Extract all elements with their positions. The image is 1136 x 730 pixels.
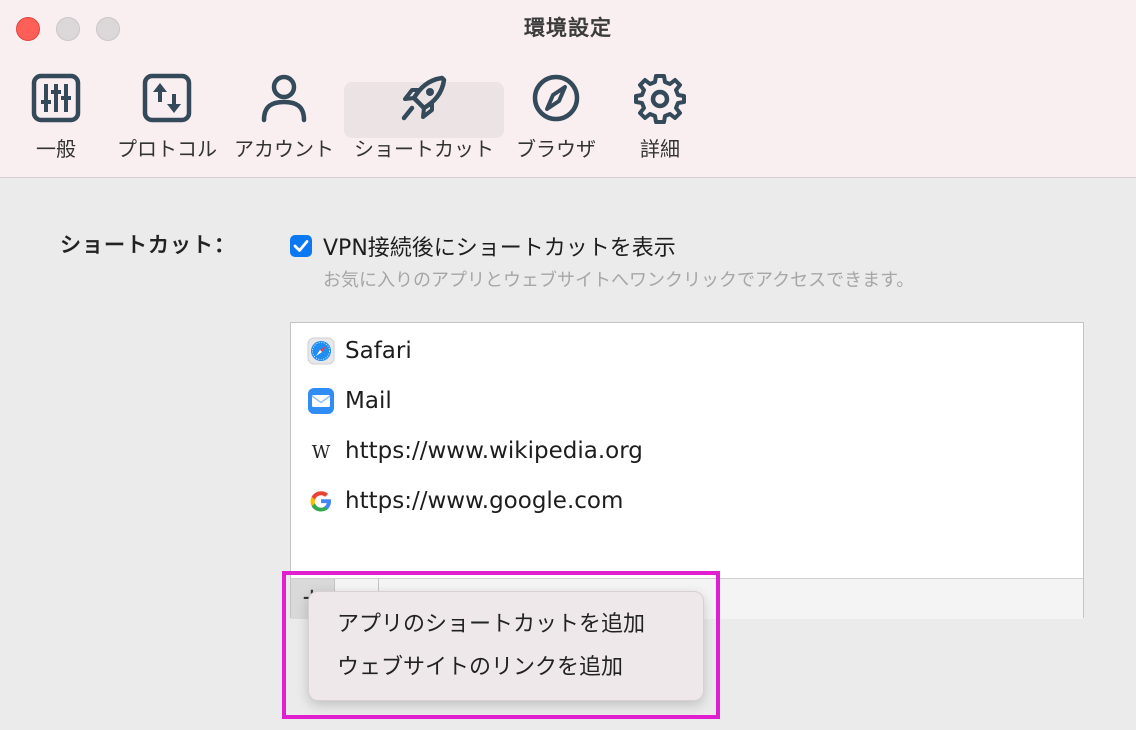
list-item-mail[interactable]: Mail (307, 384, 1067, 418)
list-item-google[interactable]: https://www.google.com (307, 484, 1067, 518)
tab-account[interactable]: アカウント (232, 70, 336, 170)
compass-icon (532, 74, 580, 122)
list-item-safari[interactable]: Safari (307, 334, 1067, 368)
show-shortcuts-label[interactable]: VPN接続後にショートカットを表示 (323, 230, 676, 262)
tab-protocol[interactable]: プロトコル (112, 70, 222, 170)
rocket-icon (401, 75, 447, 121)
tab-general[interactable]: 一般 (6, 70, 106, 170)
list-item-label: Mail (345, 388, 392, 414)
tab-browser-label: ブラウザ (516, 137, 596, 161)
protocol-arrows-icon (142, 73, 192, 123)
show-shortcuts-description: お気に入りのアプリとウェブサイトへワンクリックでアクセスできます。 (323, 270, 915, 291)
tab-advanced-label: 詳細 (640, 137, 680, 161)
tab-general-label: 一般 (36, 137, 76, 161)
tab-account-label: アカウント (234, 137, 334, 161)
gear-icon (634, 74, 686, 124)
list-item-label: https://www.wikipedia.org (345, 438, 643, 464)
toolbar: 環境設定 一般 プロトコル アカウント ショートカット ブラウザ 詳細 (0, 0, 1136, 178)
tab-advanced[interactable]: 詳細 (610, 70, 710, 170)
list-item-label: https://www.google.com (345, 488, 624, 514)
sliders-icon (31, 73, 81, 123)
annotation-highlight-box (282, 571, 720, 719)
list-item-wikipedia[interactable]: W https://www.wikipedia.org (307, 434, 1067, 468)
shortcuts-heading: ショートカット： (60, 233, 236, 257)
google-icon (310, 491, 331, 512)
mail-icon (308, 388, 334, 414)
show-shortcuts-checkbox[interactable] (290, 235, 312, 257)
safari-icon (307, 337, 335, 365)
wikipedia-icon: W (312, 442, 331, 463)
svg-text:W: W (312, 442, 331, 463)
tab-protocol-label: プロトコル (117, 137, 217, 161)
tab-browser[interactable]: ブラウザ (506, 70, 606, 170)
checkmark-icon (293, 240, 309, 252)
tab-shortcuts-label: ショートカット (354, 137, 494, 161)
tab-shortcuts[interactable]: ショートカット (344, 70, 504, 170)
preferences-window: 環境設定 一般 プロトコル アカウント ショートカット ブラウザ 詳細 ショート… (0, 0, 1136, 730)
person-icon (261, 74, 307, 123)
list-item-label: Safari (345, 338, 412, 364)
window-title: 環境設定 (524, 16, 612, 40)
